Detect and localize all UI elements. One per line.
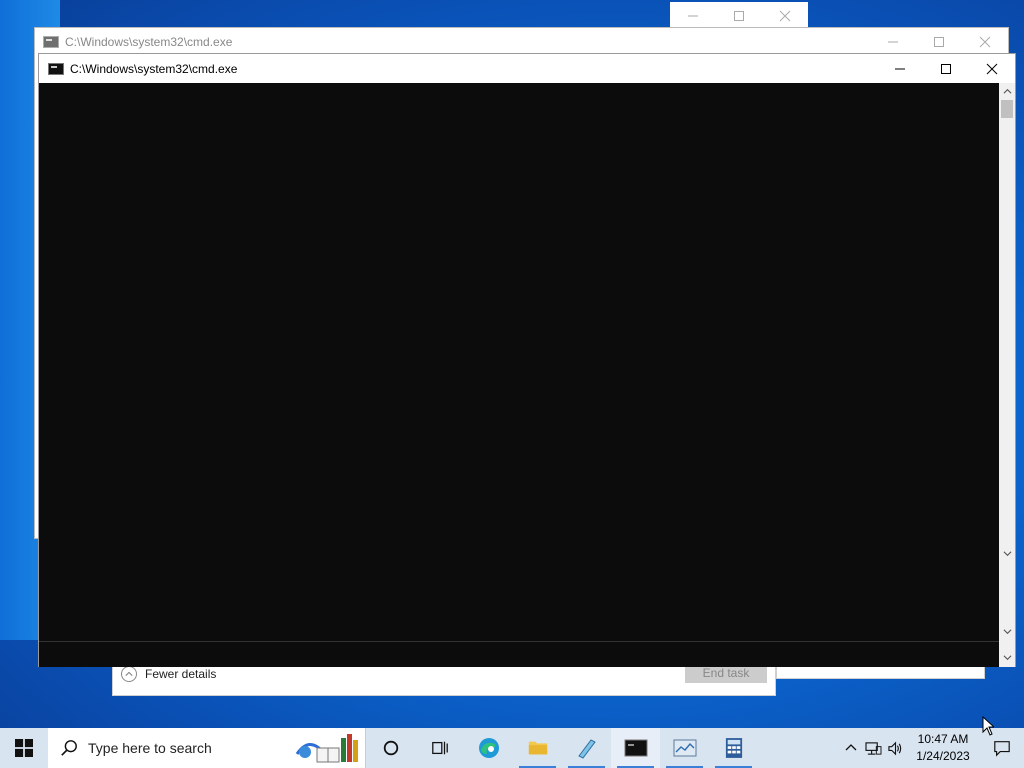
calculator-button[interactable] bbox=[709, 728, 758, 768]
task-manager-button[interactable] bbox=[660, 728, 709, 768]
close-icon[interactable] bbox=[962, 28, 1008, 56]
task-view-icon bbox=[431, 741, 448, 755]
chevron-up-icon bbox=[845, 744, 857, 751]
cmd-window[interactable]: C:\Windows\system32\cmd.exe bbox=[38, 53, 1016, 667]
clock[interactable]: 10:47 AM 1/24/2023 bbox=[906, 731, 980, 765]
network-button[interactable] bbox=[862, 728, 884, 768]
cortana-button[interactable] bbox=[366, 728, 415, 768]
command-prompt-button[interactable] bbox=[611, 728, 660, 768]
console-divider bbox=[39, 641, 999, 642]
file-explorer-icon bbox=[528, 741, 547, 755]
close-icon[interactable] bbox=[762, 2, 808, 30]
maximize-icon[interactable] bbox=[716, 2, 762, 30]
cortana-icon bbox=[383, 740, 398, 756]
system-tray: 10:47 AM 1/24/2023 bbox=[840, 728, 1024, 768]
volume-button[interactable] bbox=[884, 728, 906, 768]
task-manager-icon bbox=[673, 739, 696, 757]
notepad-icon bbox=[577, 739, 596, 759]
edge-icon bbox=[478, 738, 499, 758]
clock-date: 1/24/2023 bbox=[916, 749, 970, 763]
scroll-down-icon[interactable] bbox=[999, 545, 1015, 561]
chevron-up-icon bbox=[121, 666, 137, 682]
maximize-icon[interactable] bbox=[923, 54, 969, 83]
cmd-window-inactive-titlebar[interactable]: C:\Windows\system32\cmd.exe bbox=[35, 28, 1008, 56]
task-view-button[interactable] bbox=[415, 728, 464, 768]
close-icon[interactable] bbox=[969, 54, 1015, 83]
windows-logo-icon bbox=[15, 739, 33, 757]
minimize-icon[interactable] bbox=[670, 2, 716, 30]
search-placeholder: Type here to search bbox=[88, 740, 212, 756]
network-icon bbox=[864, 741, 881, 755]
window-title: C:\Windows\system32\cmd.exe bbox=[70, 61, 238, 76]
search-icon bbox=[61, 740, 77, 756]
show-hidden-icons-button[interactable] bbox=[840, 728, 862, 768]
fewer-details-button[interactable]: Fewer details bbox=[121, 666, 216, 682]
minimize-icon[interactable] bbox=[877, 54, 923, 83]
mouse-cursor-icon bbox=[982, 716, 994, 736]
file-explorer-button[interactable] bbox=[513, 728, 562, 768]
scroll-down-icon[interactable] bbox=[999, 623, 1015, 639]
fewer-details-label: Fewer details bbox=[145, 667, 217, 681]
cmd-app-icon bbox=[48, 62, 64, 75]
speaker-icon bbox=[887, 741, 901, 755]
minimize-icon[interactable] bbox=[870, 28, 916, 56]
clock-time: 10:47 AM bbox=[917, 732, 969, 746]
scroll-down-icon[interactable] bbox=[999, 649, 1015, 665]
scrollbar-thumb[interactable] bbox=[1001, 100, 1013, 118]
cmd-app-icon bbox=[43, 36, 59, 48]
notification-icon bbox=[994, 741, 1010, 757]
cmd-window-titlebar[interactable]: C:\Windows\system32\cmd.exe bbox=[39, 54, 1015, 83]
command-prompt-icon bbox=[624, 739, 647, 757]
search-box[interactable]: Type here to search bbox=[48, 728, 366, 768]
task-manager-titlebar bbox=[670, 2, 808, 30]
edge-button[interactable] bbox=[464, 728, 513, 768]
window-title: C:\Windows\system32\cmd.exe bbox=[65, 35, 233, 49]
vertical-scrollbar[interactable] bbox=[999, 83, 1015, 667]
scroll-up-icon[interactable] bbox=[999, 83, 1015, 99]
notepad-button[interactable] bbox=[562, 728, 611, 768]
taskbar: Type here to search 10:47 AM 1/24/2023 bbox=[0, 728, 1024, 768]
console-output[interactable] bbox=[39, 83, 999, 667]
start-button[interactable] bbox=[0, 728, 48, 768]
calculator-icon bbox=[725, 738, 742, 758]
search-highlight-illustration bbox=[295, 734, 358, 763]
maximize-icon[interactable] bbox=[916, 28, 962, 56]
